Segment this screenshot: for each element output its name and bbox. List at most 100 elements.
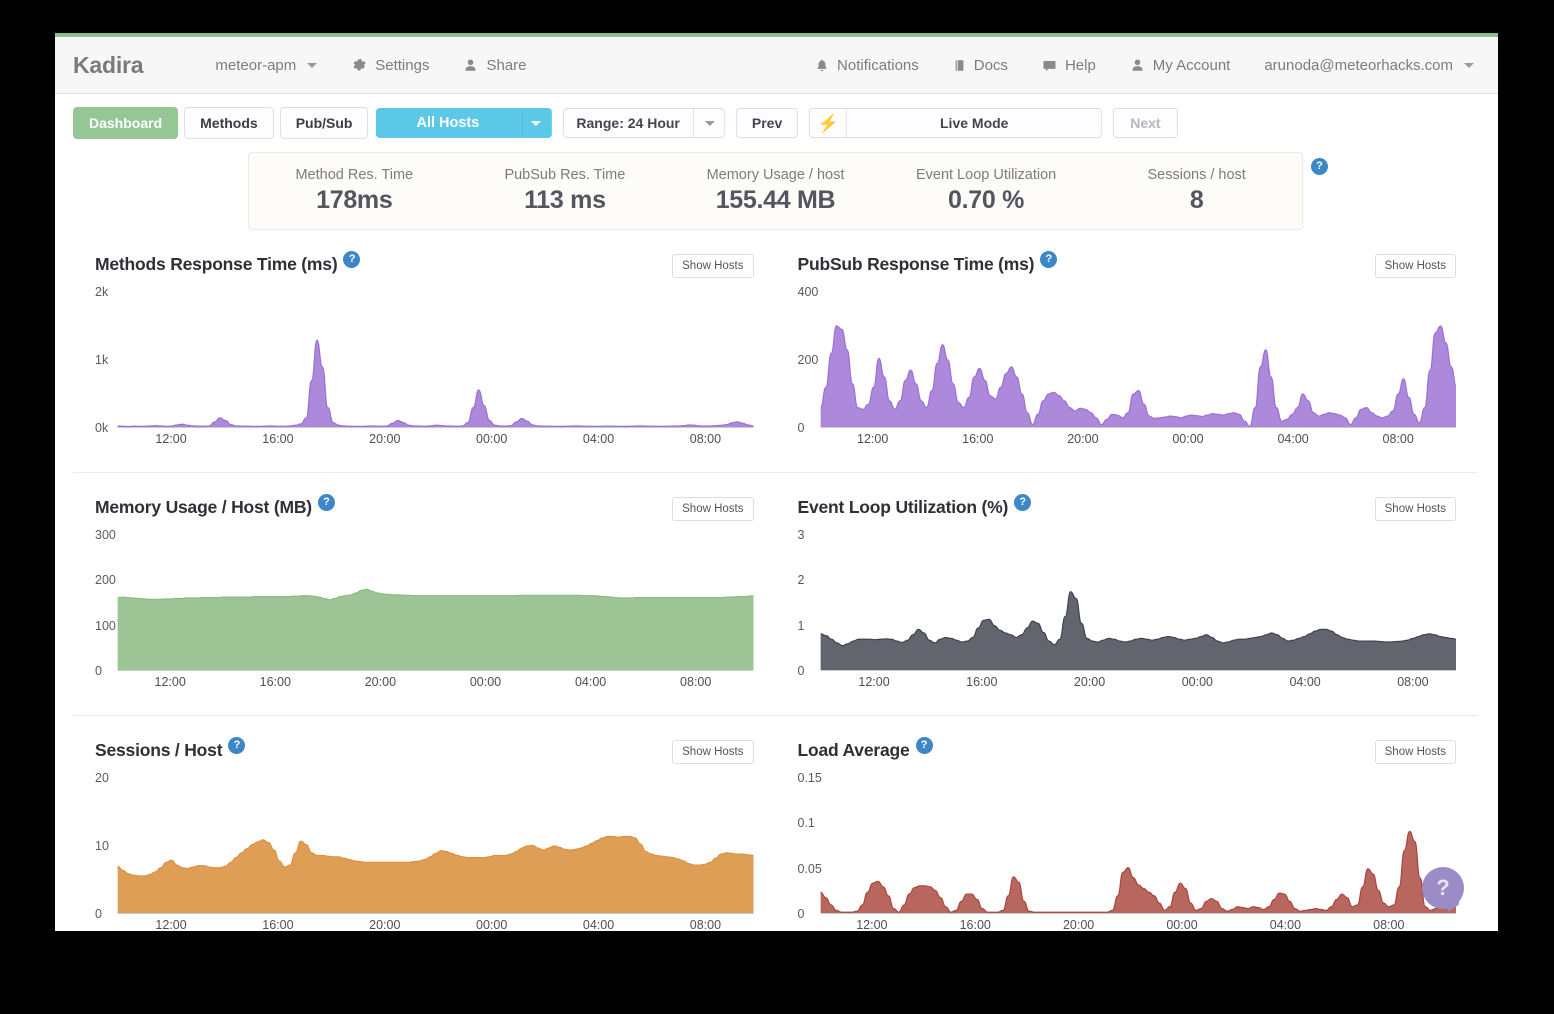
chart-memory-usage-host: Memory Usage / Host (MB)? Show Hosts 0 100 2… bbox=[73, 473, 776, 715]
chart-help-icon[interactable]: ? bbox=[228, 737, 246, 754]
x-axis-tick-label: 20:00 bbox=[1062, 918, 1095, 931]
summary-label: Event Loop Utilization bbox=[915, 167, 1057, 183]
x-axis-tick-label: 12:00 bbox=[858, 675, 890, 689]
summary-value: 178ms bbox=[316, 186, 393, 214]
chart-load-average: Load Average? Show Hosts 0 0.05 0.1 0.15 12:00… bbox=[776, 716, 1479, 931]
summary-label: Sessions / host bbox=[1147, 167, 1246, 183]
live-mode-toggle[interactable]: ⚡ bbox=[809, 108, 848, 138]
summary-label: Method Res. Time bbox=[295, 167, 414, 183]
chevron-down-icon bbox=[530, 120, 541, 126]
chart-row: Sessions / Host? Show Hosts 0 10 20 12:00 16:0… bbox=[73, 716, 1478, 931]
chart-svg bbox=[798, 778, 1456, 914]
nav-docs[interactable]: Docs bbox=[953, 57, 1008, 74]
x-axis-tick-label: 08:00 bbox=[1373, 918, 1405, 931]
x-axis-tick-label: 20:00 bbox=[1067, 432, 1099, 446]
app-selector[interactable]: meteor-apm bbox=[215, 57, 318, 74]
chart-plot-area[interactable]: 0 100 200 300 bbox=[95, 528, 754, 678]
nav-help[interactable]: Help bbox=[1042, 57, 1096, 74]
x-axis-tick-label: 04:00 bbox=[1289, 675, 1321, 689]
show-hosts-button[interactable]: Show Hosts bbox=[1374, 254, 1456, 278]
chart-plot-area[interactable]: 0k 1k 2k bbox=[95, 285, 754, 435]
tab-pubsub[interactable]: Pub/Sub bbox=[279, 107, 369, 139]
range-button[interactable]: Range: 24 Hour bbox=[562, 108, 694, 138]
nav-share[interactable]: Share bbox=[463, 57, 526, 74]
x-axis-tick-label: 00:00 bbox=[476, 918, 508, 931]
nav-notifications[interactable]: Notifications bbox=[815, 57, 919, 74]
x-axis-tick-label: 16:00 bbox=[959, 918, 991, 931]
summary-help-icon[interactable]: ? bbox=[1311, 158, 1328, 175]
host-filter-button[interactable]: All Hosts bbox=[375, 108, 521, 138]
show-hosts-button[interactable]: Show Hosts bbox=[1374, 497, 1456, 521]
chart-sessions-host: Sessions / Host? Show Hosts 0 10 20 12:00 16:0… bbox=[73, 716, 776, 931]
x-axis: 12:00 16:00 20:00 00:00 04:00 08:00 bbox=[798, 675, 1457, 693]
chart-title-text: Event Loop Utilization (%) bbox=[797, 497, 1009, 517]
chart-help-icon[interactable]: ? bbox=[1040, 251, 1058, 268]
chart-help-icon[interactable]: ? bbox=[343, 251, 361, 268]
x-axis-tick-label: 04:00 bbox=[1277, 432, 1309, 446]
chart-title: Load Average? bbox=[797, 737, 933, 761]
y-axis-tick-label: 0.05 bbox=[797, 861, 822, 876]
y-axis-tick-label: 200 bbox=[95, 573, 116, 588]
x-axis-tick-label: 12:00 bbox=[856, 918, 888, 931]
x-axis-tick-label: 08:00 bbox=[1382, 432, 1414, 446]
chart-plot-area[interactable]: 0123 bbox=[797, 528, 1456, 678]
y-axis-tick-label: 3 bbox=[797, 528, 805, 542]
x-axis-tick-label: 12:00 bbox=[154, 675, 186, 689]
y-axis-tick-label: 300 bbox=[95, 528, 116, 542]
y-axis-tick-label: 2k bbox=[95, 285, 109, 299]
summary-value: 0.70 % bbox=[948, 186, 1025, 214]
x-axis-tick-label: 00:00 bbox=[1181, 675, 1213, 689]
next-button[interactable]: Next bbox=[1113, 108, 1178, 138]
summary-cell-event-loop: Event Loop Utilization 0.70 % bbox=[881, 153, 1092, 229]
x-axis-tick-label: 08:00 bbox=[680, 675, 712, 689]
chart-plot-area[interactable]: 0 200 400 bbox=[798, 285, 1456, 435]
show-hosts-button[interactable]: Show Hosts bbox=[1374, 740, 1456, 764]
y-axis-tick-label: 2 bbox=[797, 573, 805, 588]
show-hosts-button[interactable]: Show Hosts bbox=[672, 254, 754, 278]
summary-bar: Method Res. Time 178ms PubSub Res. Time … bbox=[248, 152, 1328, 230]
tab-methods[interactable]: Methods bbox=[184, 107, 274, 139]
chart-plot-area[interactable]: 0 0.05 0.1 0.15 bbox=[797, 771, 1456, 921]
x-axis-tick-label: 16:00 bbox=[262, 918, 294, 931]
x-axis: 12:00 16:00 20:00 00:00 04:00 08:00 bbox=[95, 918, 754, 931]
y-axis-tick-label: 0.1 bbox=[797, 816, 815, 831]
x-axis-tick-label: 20:00 bbox=[364, 675, 397, 689]
chart-svg bbox=[798, 535, 1456, 671]
account-email-menu[interactable]: arunoda@meteorhacks.com bbox=[1264, 57, 1474, 74]
show-hosts-button[interactable]: Show Hosts bbox=[672, 740, 754, 764]
chart-help-icon[interactable]: ? bbox=[317, 494, 335, 511]
nav-docs-label: Docs bbox=[973, 57, 1008, 74]
nav-settings[interactable]: Settings bbox=[351, 57, 429, 74]
tab-dashboard[interactable]: Dashboard bbox=[73, 107, 179, 139]
y-axis-tick-label: 10 bbox=[95, 839, 109, 853]
show-hosts-button[interactable]: Show Hosts bbox=[672, 497, 754, 521]
x-axis: 12:00 16:00 20:00 00:00 04:00 08:00 bbox=[798, 918, 1457, 931]
chart-help-icon[interactable]: ? bbox=[1014, 494, 1032, 511]
x-axis-tick-label: 20:00 bbox=[1073, 675, 1106, 689]
nav-settings-label: Settings bbox=[375, 56, 430, 74]
nav-my-account[interactable]: My Account bbox=[1130, 57, 1230, 74]
x-axis-tick-label: 04:00 bbox=[574, 675, 607, 689]
x-axis-tick-label: 16:00 bbox=[962, 432, 994, 446]
brand-logo[interactable]: Kadira bbox=[73, 52, 144, 79]
chart-plot-area[interactable]: 0 10 20 bbox=[95, 771, 754, 921]
chart-title-text: Load Average bbox=[797, 740, 910, 760]
prev-button[interactable]: Prev bbox=[735, 108, 799, 138]
app-window: Kadira meteor-apm Settings Share Notific… bbox=[55, 33, 1498, 931]
chart-help-icon[interactable]: ? bbox=[915, 737, 933, 754]
chart-title-text: Sessions / Host bbox=[95, 740, 223, 760]
account-email-label: arunoda@meteorhacks.com bbox=[1264, 57, 1453, 74]
y-axis-tick-label: 100 bbox=[95, 618, 116, 633]
summary-cell-pubsub-res-time: PubSub Res. Time 113 ms bbox=[460, 153, 671, 229]
x-axis-tick-label: 08:00 bbox=[1397, 675, 1429, 689]
host-filter-dropdown[interactable] bbox=[520, 108, 552, 138]
chart-title-text: Memory Usage / Host (MB) bbox=[95, 497, 312, 517]
range-dropdown[interactable] bbox=[693, 108, 725, 138]
live-mode-button[interactable]: Live Mode bbox=[847, 108, 1103, 138]
help-fab-button[interactable]: ? bbox=[1422, 867, 1466, 914]
y-axis-tick-label: 1k bbox=[95, 353, 109, 367]
summary-value: 155.44 MB bbox=[715, 186, 836, 214]
summary-cell-method-res-time: Method Res. Time 178ms bbox=[249, 153, 460, 229]
chart-header: Methods Response Time (ms)? Show Hosts bbox=[95, 251, 754, 278]
chart-header: Load Average? Show Hosts bbox=[797, 737, 1456, 764]
